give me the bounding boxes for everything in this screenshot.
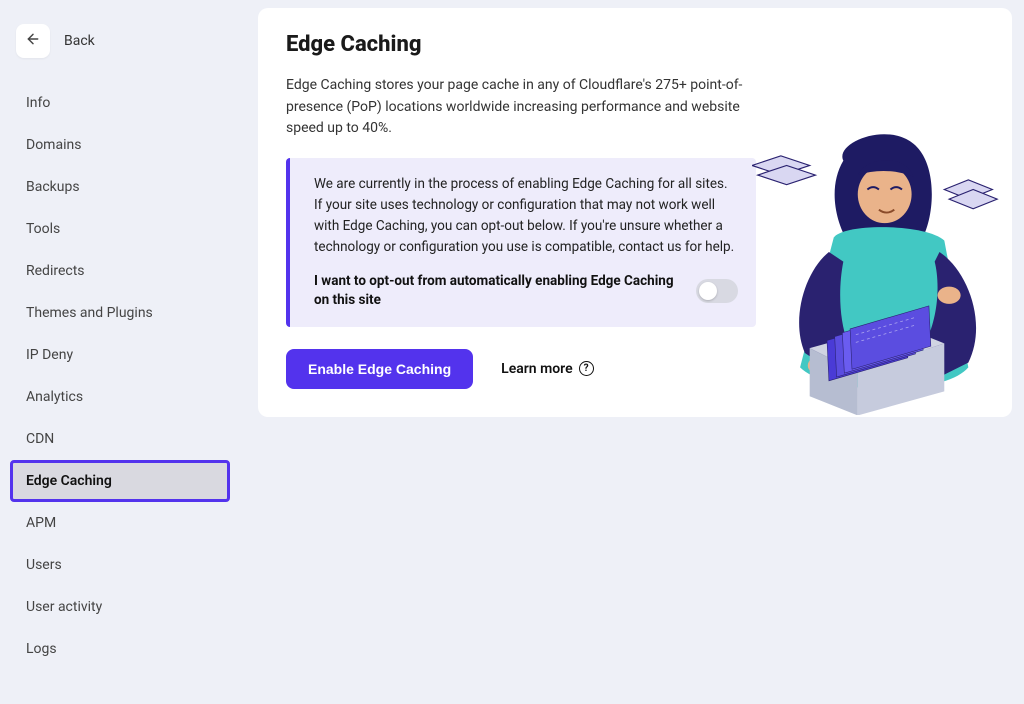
enable-edge-caching-button[interactable]: Enable Edge Caching bbox=[286, 349, 473, 389]
sidebar: Back Info Domains Backups Tools Redirect… bbox=[0, 0, 240, 704]
notice-panel: We are currently in the process of enabl… bbox=[286, 158, 756, 327]
sidebar-nav: Info Domains Backups Tools Redirects The… bbox=[6, 82, 234, 670]
optout-row: I want to opt-out from automatically ena… bbox=[314, 272, 738, 311]
sidebar-item-analytics[interactable]: Analytics bbox=[10, 376, 230, 418]
sidebar-item-backups[interactable]: Backups bbox=[10, 166, 230, 208]
page-description: Edge Caching stores your page cache in a… bbox=[286, 75, 756, 140]
sidebar-item-user-activity[interactable]: User activity bbox=[10, 586, 230, 628]
info-icon: ? bbox=[579, 361, 594, 376]
sidebar-item-apm[interactable]: APM bbox=[10, 502, 230, 544]
optout-label: I want to opt-out from automatically ena… bbox=[314, 272, 680, 311]
back-row: Back bbox=[16, 24, 234, 58]
main-content: Edge Caching Edge Caching stores your pa… bbox=[240, 0, 1024, 704]
edge-caching-card: Edge Caching Edge Caching stores your pa… bbox=[258, 8, 1012, 417]
actions-row: Enable Edge Caching Learn more ? bbox=[286, 349, 756, 389]
content-col: Edge Caching stores your page cache in a… bbox=[286, 75, 756, 389]
learn-more-link[interactable]: Learn more ? bbox=[501, 361, 593, 377]
arrow-left-icon bbox=[25, 31, 41, 51]
sidebar-item-ip-deny[interactable]: IP Deny bbox=[10, 334, 230, 376]
toggle-knob bbox=[699, 282, 717, 300]
learn-more-label: Learn more bbox=[501, 361, 572, 377]
sidebar-item-edge-caching[interactable]: Edge Caching bbox=[10, 460, 230, 502]
optout-toggle[interactable] bbox=[696, 279, 738, 303]
back-button[interactable] bbox=[16, 24, 50, 58]
sidebar-item-users[interactable]: Users bbox=[10, 544, 230, 586]
sidebar-item-domains[interactable]: Domains bbox=[10, 124, 230, 166]
sidebar-item-logs[interactable]: Logs bbox=[10, 628, 230, 670]
illustration-person-files bbox=[752, 127, 1002, 417]
sidebar-item-redirects[interactable]: Redirects bbox=[10, 250, 230, 292]
page-title: Edge Caching bbox=[286, 32, 984, 57]
sidebar-item-info[interactable]: Info bbox=[10, 82, 230, 124]
sidebar-item-cdn[interactable]: CDN bbox=[10, 418, 230, 460]
sidebar-item-themes-and-plugins[interactable]: Themes and Plugins bbox=[10, 292, 230, 334]
back-label: Back bbox=[64, 33, 95, 49]
sidebar-item-tools[interactable]: Tools bbox=[10, 208, 230, 250]
notice-text: We are currently in the process of enabl… bbox=[314, 174, 738, 258]
